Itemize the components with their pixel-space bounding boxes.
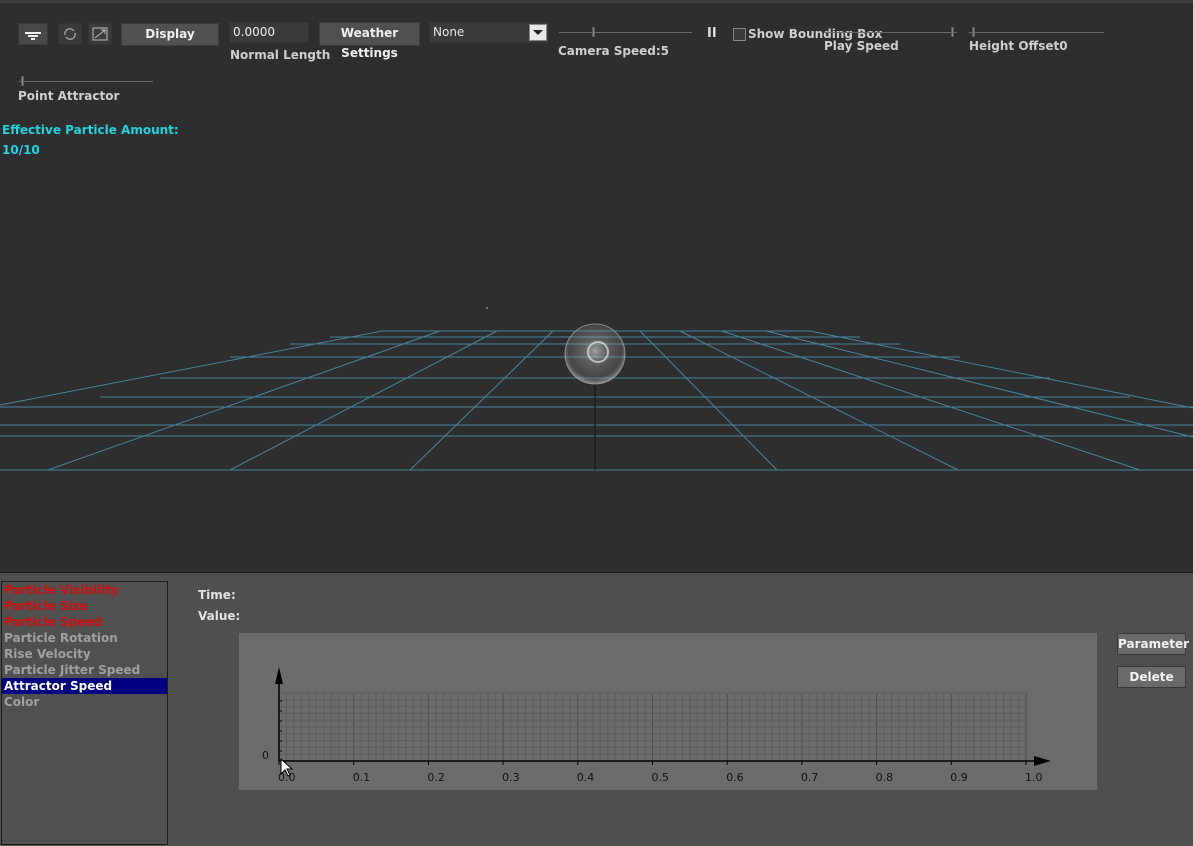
particle-amount-value: 10/10 bbox=[2, 143, 40, 157]
display-button[interactable]: Display bbox=[121, 23, 219, 46]
camera-speed-slider[interactable] bbox=[559, 32, 692, 33]
list-item[interactable]: Particle Size bbox=[2, 598, 167, 614]
x-tick-label: 0.2 bbox=[427, 771, 445, 784]
play-speed-slider[interactable] bbox=[824, 32, 957, 33]
filter-icon-button[interactable] bbox=[18, 23, 48, 45]
curve-chart-svg[interactable]: 0.0 0.1 0.2 0.3 0.4 0.5 0.6 0.7 0.8 0.9 1.00 bbox=[239, 633, 1097, 790]
list-item[interactable]: Particle Speed bbox=[2, 614, 167, 630]
weather-select-value: None bbox=[433, 25, 465, 39]
filter-icon bbox=[25, 32, 41, 40]
point-attractor-slider-handle[interactable] bbox=[21, 76, 24, 86]
particle-sphere bbox=[564, 323, 626, 385]
y-axis-arrow bbox=[275, 667, 283, 684]
x-tick-label: 0.8 bbox=[876, 771, 894, 784]
weather-settings-button[interactable]: Weather Settings bbox=[319, 22, 420, 60]
x-tick-label: 0.1 bbox=[353, 771, 371, 784]
fit-view-button[interactable] bbox=[88, 23, 112, 45]
list-item[interactable]: Particle Jitter Speed bbox=[2, 662, 167, 678]
parameter-button[interactable]: Parameter bbox=[1117, 633, 1189, 655]
y-tick-label: 0 bbox=[262, 749, 269, 762]
camera-speed-slider-handle[interactable] bbox=[592, 27, 595, 37]
x-tick-label: 0.4 bbox=[577, 771, 595, 784]
particle-amount-label: Effective Particle Amount: bbox=[2, 123, 179, 137]
list-item-selected[interactable]: Attractor Speed bbox=[2, 678, 167, 694]
3d-viewport[interactable]: Display 0.0000 Normal Length Weather Set… bbox=[0, 0, 1193, 573]
list-item[interactable]: Particle Rotation bbox=[2, 630, 167, 646]
time-label: Time: bbox=[198, 588, 236, 602]
play-speed-label: Play Speed bbox=[824, 39, 899, 53]
chevron-down-icon bbox=[529, 24, 547, 41]
refresh-button[interactable] bbox=[58, 23, 82, 45]
curve-chart[interactable]: 0.0 0.1 0.2 0.3 0.4 0.5 0.6 0.7 0.8 0.9 1.0 0 bbox=[239, 633, 1097, 790]
point-attractor-slider[interactable] bbox=[19, 81, 153, 82]
height-offset-label: Height Offset0 bbox=[969, 39, 1068, 53]
x-tick-label: 0.3 bbox=[502, 771, 519, 784]
weather-select[interactable]: None bbox=[429, 22, 549, 43]
height-offset-slider-handle[interactable] bbox=[972, 27, 975, 37]
x-tick-label: 0.5 bbox=[652, 771, 670, 784]
point-attractor-label: Point Attractor bbox=[18, 89, 120, 103]
fit-view-icon bbox=[92, 27, 108, 41]
delete-button[interactable]: Delete bbox=[1117, 666, 1186, 688]
ground-grid bbox=[0, 307, 1193, 471]
pause-button[interactable]: II bbox=[707, 26, 717, 41]
normal-length-label: Normal Length bbox=[230, 48, 331, 62]
camera-speed-label: Camera Speed:5 bbox=[558, 44, 669, 58]
height-offset-slider[interactable] bbox=[969, 32, 1104, 33]
x-axis-arrow bbox=[1034, 756, 1051, 766]
play-speed-slider-handle[interactable] bbox=[951, 27, 954, 37]
normal-length-input[interactable]: 0.0000 bbox=[229, 22, 309, 43]
value-label: Value: bbox=[198, 609, 241, 623]
x-tick-label: 0.9 bbox=[950, 771, 968, 784]
x-tick-label: 1.0 bbox=[1025, 771, 1043, 784]
show-bounding-box-checkbox[interactable] bbox=[733, 28, 746, 41]
x-tick-label: 0.7 bbox=[801, 771, 819, 784]
list-item[interactable]: Color bbox=[2, 694, 167, 710]
refresh-icon bbox=[64, 28, 76, 40]
attribute-list[interactable]: Particle Visibility Particle Size Partic… bbox=[1, 581, 168, 845]
list-item[interactable]: Particle Visibility bbox=[2, 582, 167, 598]
x-tick-label: 0.6 bbox=[726, 771, 744, 784]
list-item[interactable]: Rise Velocity bbox=[2, 646, 167, 662]
